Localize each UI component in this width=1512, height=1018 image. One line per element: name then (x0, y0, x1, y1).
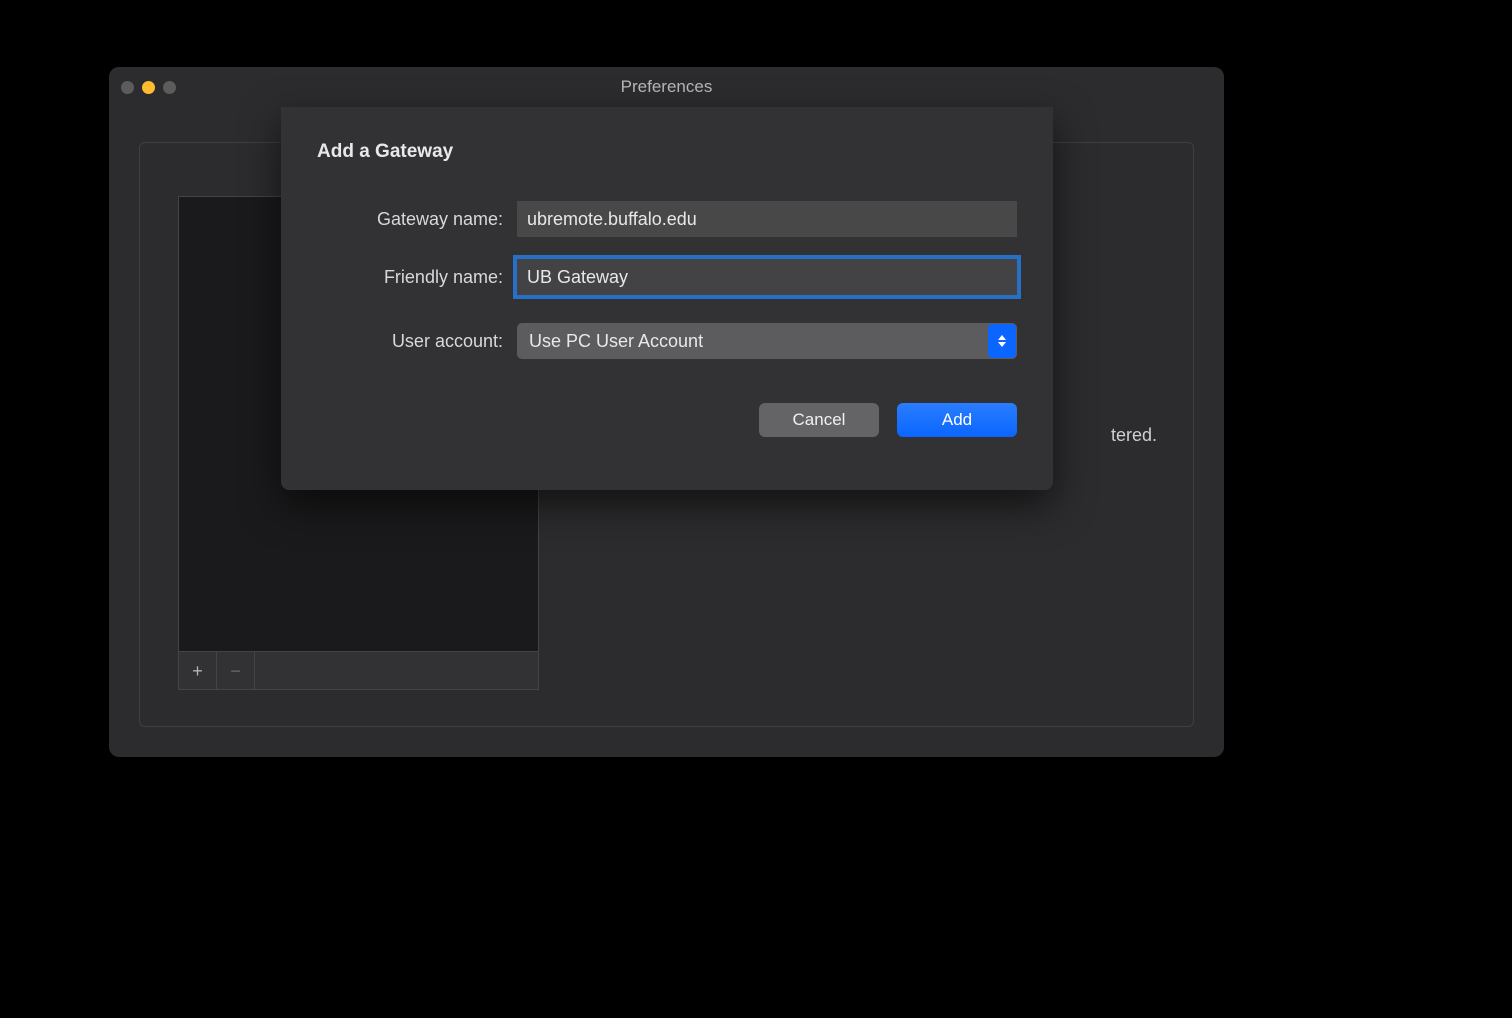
plus-icon: + (192, 661, 203, 682)
close-window-button[interactable] (121, 81, 134, 94)
add-gateway-sheet: Add a Gateway Gateway name: Friendly nam… (281, 107, 1053, 490)
friendly-name-label: Friendly name: (317, 267, 517, 288)
gateway-name-label: Gateway name: (317, 209, 517, 230)
maximize-window-button[interactable] (163, 81, 176, 94)
user-account-selected-value: Use PC User Account (529, 331, 703, 352)
form-row-user-account: User account: Use PC User Account (317, 323, 1017, 359)
minimize-window-button[interactable] (142, 81, 155, 94)
gateway-name-input[interactable] (517, 201, 1017, 237)
window-title: Preferences (621, 77, 713, 97)
sheet-button-row: Cancel Add (317, 403, 1017, 437)
friendly-name-input[interactable] (517, 259, 1017, 295)
gateway-list-footer: + − (179, 651, 538, 689)
form-row-gateway-name: Gateway name: (317, 201, 1017, 237)
titlebar[interactable]: Preferences (109, 67, 1224, 107)
remove-gateway-list-button[interactable]: − (217, 652, 255, 690)
user-account-label: User account: (317, 331, 517, 352)
chevron-up-icon (998, 335, 1006, 340)
select-caret-icon (988, 324, 1016, 358)
background-message-fragment: tered. (1111, 425, 1157, 446)
traffic-lights (121, 81, 176, 94)
cancel-button[interactable]: Cancel (759, 403, 879, 437)
minus-icon: − (230, 661, 241, 682)
add-button[interactable]: Add (897, 403, 1017, 437)
chevron-down-icon (998, 342, 1006, 347)
sheet-title: Add a Gateway (317, 141, 1017, 163)
add-gateway-list-button[interactable]: + (179, 652, 217, 690)
form-row-friendly-name: Friendly name: (317, 259, 1017, 295)
user-account-select[interactable]: Use PC User Account (517, 323, 1017, 359)
